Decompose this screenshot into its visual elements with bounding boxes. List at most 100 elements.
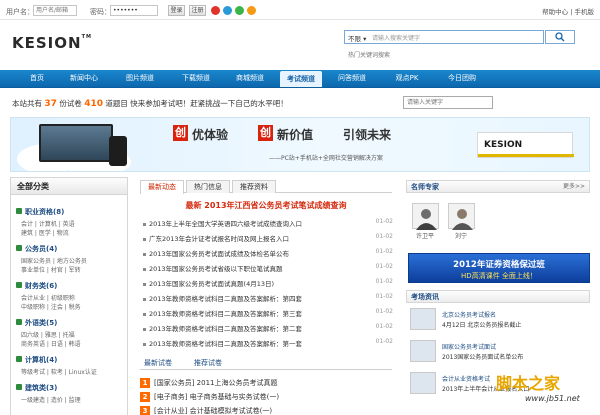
- expert-name[interactable]: 刘宁: [446, 231, 476, 240]
- news-item[interactable]: 2013年教师资格考试科目二真题及答案解析：第三套 01-02: [143, 308, 393, 318]
- search-box: 不限 ▾ 请输入搜索关键字: [344, 30, 544, 44]
- category-item[interactable]: 公务员(4): [16, 244, 57, 254]
- watermark-url: www.jb51.net: [525, 394, 580, 403]
- expert-name[interactable]: 许卫平: [410, 231, 440, 240]
- rank-number: 1: [140, 378, 150, 388]
- tab-new-papers[interactable]: 最新试卷: [144, 358, 172, 368]
- right-news-title[interactable]: 国家公务员考试面试: [442, 342, 496, 351]
- securities-ad[interactable]: 2012年证券资格保过班 HD高清课件 全面上线！: [408, 253, 590, 283]
- category-label: 计算机(4): [25, 356, 58, 364]
- news-date: 01-02: [375, 308, 393, 315]
- username-label: 用户名：: [6, 8, 34, 16]
- tab-hot[interactable]: 热门信息: [186, 180, 230, 193]
- avatar[interactable]: [448, 203, 475, 230]
- rank-title: [国家公务员] 2011上海公务员考试真题: [154, 379, 278, 387]
- tab-recommended[interactable]: 推荐资料: [232, 180, 276, 193]
- category-item[interactable]: 职业资格(8): [16, 207, 64, 217]
- experts-header: 名师专家 更多>>: [406, 180, 590, 193]
- experts-more-link[interactable]: 更多>>: [563, 181, 585, 193]
- search-type-select[interactable]: 不限 ▾: [348, 33, 366, 43]
- category-subs[interactable]: 会计从业 | 初级职称: [21, 293, 75, 302]
- promo-banner[interactable]: 创 优体验 创 新价值 引领未来 ——PC站+手机站+全网社交营销解决方案 KE…: [10, 117, 590, 172]
- paper-rank-item[interactable]: 3 [会计从业] 会计基础模拟考试试卷(一): [140, 406, 392, 415]
- tab-recommended-papers[interactable]: 推荐试卷: [194, 358, 222, 368]
- category-bullet-icon: [16, 245, 22, 251]
- news-date: 01-02: [375, 263, 393, 270]
- nav-images[interactable]: 图片频道: [118, 70, 162, 87]
- category-label: 外语类(5): [25, 319, 58, 327]
- nav-groupbuy[interactable]: 今日团购: [440, 70, 484, 87]
- category-item[interactable]: 财务类(6): [16, 281, 57, 291]
- category-subs[interactable]: 国家公务员 | 地方公务员: [21, 256, 87, 265]
- nav-exam[interactable]: 考试频道: [280, 71, 322, 87]
- register-button[interactable]: 注册: [189, 5, 206, 16]
- stats-prefix: 本站共有: [12, 99, 42, 108]
- news-item[interactable]: 2013年国家公务员考试面试成绩及体检名单公布 01-02: [143, 248, 393, 258]
- category-subs[interactable]: 等级考试 | 软考 | Linux认证: [21, 367, 97, 376]
- news-item[interactable]: 2013年教师资格考试科目二真题及答案解析：第二套 01-02: [143, 323, 393, 333]
- search-input[interactable]: 请输入搜索关键字: [372, 33, 420, 42]
- category-subs[interactable]: 事业单位 | 村官 | 军转: [21, 265, 81, 274]
- paper-rank-item[interactable]: 1 [国家公务员] 2011上海公务员考试真题: [140, 378, 392, 389]
- nav-pk[interactable]: 观点PK: [385, 70, 429, 87]
- news-date: 01-02: [375, 233, 393, 240]
- right-news-title[interactable]: 北京公务员考试报名: [442, 310, 496, 319]
- news-date: 01-02: [375, 248, 393, 255]
- category-item[interactable]: 计算机(4): [16, 355, 57, 365]
- exam-search-input[interactable]: [403, 96, 493, 109]
- paper-count: 37: [44, 99, 57, 109]
- news-item[interactable]: 广东2013年会计证考试报名时间及网上报名入口 01-02: [143, 233, 393, 243]
- banner-text-2: 新价值: [277, 128, 314, 142]
- logo-text: KESION: [12, 34, 82, 52]
- nav-home[interactable]: 首页: [18, 70, 56, 87]
- bullet-icon: [143, 237, 146, 241]
- nav-news[interactable]: 新闻中心: [62, 70, 106, 87]
- login-button[interactable]: 登录: [168, 5, 185, 16]
- right-news-title[interactable]: 会计从业资格考试: [442, 374, 490, 383]
- paper-rank-item[interactable]: 2 [电子商务] 电子商务基础与实务试卷(一): [140, 392, 392, 403]
- qq-icon[interactable]: [223, 6, 232, 15]
- news-title: 广东2013年会计证考试报名时间及网上报名入口: [149, 235, 290, 243]
- exam-stats: 本站共有 37 份试卷 410 道题目 快来参加考试吧！赶紧挑战一下自己的水平吧…: [12, 98, 288, 109]
- password-input[interactable]: [110, 5, 158, 16]
- news-item[interactable]: 2013年国家公务员考试面试真题(4月13日) 01-02: [143, 278, 393, 288]
- news-item[interactable]: 2013年上半年全国大学英语四六级考试成绩查询入口 01-02: [143, 218, 393, 228]
- category-label: 职业资格(8): [25, 208, 65, 216]
- news-item[interactable]: 2013年国家公务员考试省级以下职位笔试真题 01-02: [143, 263, 393, 273]
- category-label: 财务类(6): [25, 282, 58, 290]
- search-button[interactable]: [545, 30, 575, 44]
- category-subs[interactable]: 中级职称 | 注会 | 税务: [21, 302, 81, 311]
- nav-downloads[interactable]: 下载频道: [174, 70, 218, 87]
- news-thumbnail[interactable]: [410, 340, 436, 362]
- category-title: 全部分类: [11, 178, 127, 195]
- rank-number: 2: [140, 392, 150, 402]
- category-item[interactable]: 建筑类(3): [16, 383, 57, 393]
- exam-news-title: 考场资讯: [411, 293, 439, 301]
- nav-shop[interactable]: 商城频道: [228, 70, 272, 87]
- news-date: 01-02: [375, 338, 393, 345]
- news-thumbnail[interactable]: [410, 308, 436, 330]
- site-logo[interactable]: KESIONTM: [12, 34, 92, 52]
- username-input[interactable]: [33, 5, 77, 16]
- bullet-icon: [143, 252, 146, 256]
- category-subs[interactable]: 会计 | 计算机 | 英语: [21, 219, 75, 228]
- rss-icon[interactable]: [247, 6, 256, 15]
- news-item[interactable]: 2013年教师资格考试科目二真题及答案解析：第一套 01-02: [143, 338, 393, 348]
- category-subs[interactable]: 商务英语 | 日语 | 韩语: [21, 339, 81, 348]
- headline-link[interactable]: 最新 2013年江西省公务员考试笔试成绩查询: [140, 200, 392, 211]
- top-bar: 用户名： 密码： 登录 注册 帮助中心 | 手机版: [0, 0, 600, 20]
- avatar[interactable]: [412, 203, 439, 230]
- category-item[interactable]: 外语类(5): [16, 318, 57, 328]
- news-thumbnail[interactable]: [410, 372, 436, 394]
- category-subs[interactable]: 建筑 | 医学 | 物流: [21, 228, 69, 237]
- tab-latest[interactable]: 最新动态: [140, 180, 184, 194]
- rank-title: [会计从业] 会计基础模拟考试试卷(一): [154, 407, 273, 415]
- weibo-icon[interactable]: [211, 6, 220, 15]
- category-subs[interactable]: 四六级 | 雅思 | 托福: [21, 330, 75, 339]
- wechat-icon[interactable]: [235, 6, 244, 15]
- news-item[interactable]: 2013年教师资格考试科目二真题及答案解析：第四套 01-02: [143, 293, 393, 303]
- nav-qa[interactable]: 问答频道: [330, 70, 374, 87]
- hot-keywords[interactable]: 热门关键词搜索: [348, 50, 390, 59]
- top-links[interactable]: 帮助中心 | 手机版: [542, 6, 594, 16]
- category-subs[interactable]: 一级建造 | 造价 | 监理: [21, 395, 81, 404]
